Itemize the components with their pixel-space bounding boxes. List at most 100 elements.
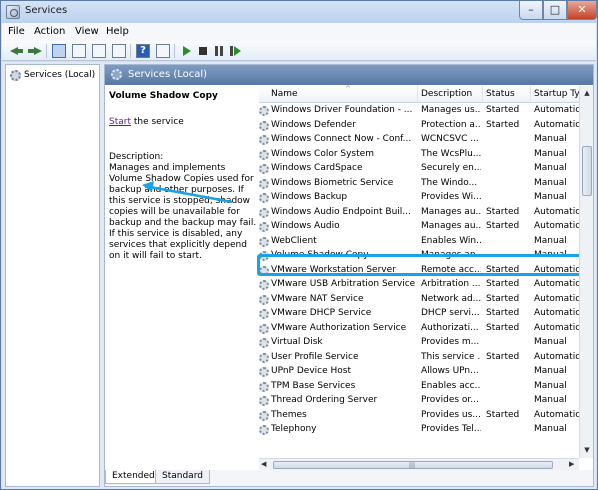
horizontal-scrollbar[interactable]: ◀ ||| ▶ [259, 458, 579, 470]
vertical-scrollbar[interactable]: ▲ ▼ [579, 86, 593, 458]
service-name: VMware NAT Service [271, 293, 364, 304]
service-rows: Windows Driver Foundation - ... Manages u… [259, 104, 580, 438]
table-row[interactable]: Volume Shadow Copy Manages an... Manual [259, 249, 579, 264]
start-service-line: Start the service [109, 117, 184, 127]
properties-icon[interactable] [72, 44, 86, 58]
start-service-icon[interactable] [180, 44, 194, 58]
services-window: Services – □ ✕ File Action View Help ? S… [0, 0, 598, 490]
service-gear-icon [259, 381, 269, 392]
export-list-icon[interactable] [112, 44, 126, 58]
menu-help[interactable]: Help [106, 26, 129, 37]
column-divider[interactable] [482, 86, 483, 103]
table-row[interactable]: Windows Connect Now - Conf... WCNCSVC ...… [259, 133, 579, 148]
table-row[interactable]: Windows Defender Protection a... Started Au… [259, 119, 580, 134]
service-description-cell: Remote acc... [421, 264, 481, 275]
service-startup-type: Manual [534, 395, 567, 405]
table-row[interactable]: Windows CardSpace Securely en... Manual [259, 162, 579, 177]
table-row[interactable]: User Profile Service This service ... Star… [259, 351, 580, 366]
pane-header-title: Services (Local) [128, 69, 208, 80]
console-tree: Services (Local) [5, 64, 100, 487]
minimize-button[interactable]: – [519, 1, 543, 20]
services-list: ^ Name Description Status Startup Typ Wi… [257, 85, 593, 458]
services-pane: Services (Local) Volume Shadow Copy Star… [104, 64, 594, 487]
show-hide-icon[interactable] [156, 44, 170, 58]
service-name: Windows Audio [271, 221, 340, 231]
table-row[interactable]: VMware Authorization Service Authorizati.… [259, 322, 580, 337]
start-service-link[interactable]: Start [109, 117, 131, 127]
service-startup-type: Manual [534, 163, 567, 173]
service-name: Windows Biometric Service [271, 177, 394, 188]
scroll-down-icon[interactable]: ▼ [581, 444, 593, 457]
help-icon[interactable]: ? [136, 44, 150, 58]
service-name: Themes [271, 409, 307, 420]
table-row[interactable]: Windows Driver Foundation - ... Manages u… [259, 104, 580, 119]
view-tabs: Extended Standard [105, 470, 593, 486]
tab-extended[interactable]: Extended [105, 470, 162, 484]
service-gear-icon [259, 236, 269, 247]
table-row[interactable]: Themes Provides us... Started Automatic [259, 409, 580, 424]
table-row[interactable]: Windows Biometric Service The Windo... Man… [259, 177, 579, 192]
table-row[interactable]: WebClient Enables Win... Manual [259, 235, 579, 250]
table-row[interactable]: Virtual Disk Provides m... Manual [259, 336, 579, 351]
service-startup-type: Manual [534, 380, 567, 391]
column-header-description[interactable]: Description [421, 89, 481, 99]
restart-service-icon[interactable] [228, 44, 242, 58]
stop-service-icon[interactable] [196, 44, 210, 58]
service-gear-icon [259, 338, 269, 348]
column-divider[interactable] [417, 86, 418, 103]
table-row[interactable]: TPM Base Services Enables acc... Manual [259, 380, 579, 395]
service-status: Started [486, 119, 520, 130]
service-gear-icon [259, 135, 269, 145]
column-header-status[interactable]: Status [486, 89, 530, 99]
scroll-up-icon[interactable]: ▲ [581, 87, 593, 100]
gear-icon [10, 69, 21, 81]
service-startup-type: Automatic [534, 351, 581, 362]
table-row[interactable]: Windows Audio Manages au... Started Automat… [259, 220, 580, 235]
console-tree-icon[interactable] [52, 44, 66, 58]
column-divider[interactable] [530, 86, 531, 103]
toolbar-divider [46, 44, 47, 58]
table-row[interactable]: VMware USB Arbitration Service Arbitratio… [259, 278, 580, 293]
gear-icon [111, 69, 122, 80]
service-startup-type: Manual [534, 192, 567, 202]
title-bar[interactable]: Services – □ ✕ [1, 1, 597, 23]
maximize-button[interactable]: □ [543, 1, 567, 20]
table-row[interactable]: VMware Workstation Server Remote acc... St… [259, 264, 580, 279]
table-row[interactable]: Windows Audio Endpoint Buil... Manages au… [259, 206, 580, 221]
horizontal-scroll-thumb[interactable]: ||| [273, 461, 553, 469]
service-gear-icon [259, 309, 269, 319]
refresh-icon[interactable] [92, 44, 106, 58]
column-header-startup-type[interactable]: Startup Typ [534, 89, 579, 99]
service-description-cell: Arbitration ... [421, 279, 481, 289]
service-gear-icon [259, 410, 269, 421]
scroll-right-icon[interactable]: ▶ [569, 460, 574, 468]
scroll-left-icon[interactable]: ◀ [261, 460, 266, 468]
vertical-scroll-thumb[interactable] [582, 146, 592, 196]
column-header-name[interactable]: Name [271, 89, 411, 99]
forward-arrow-icon[interactable] [28, 44, 42, 58]
service-gear-icon [259, 207, 269, 218]
close-button[interactable]: ✕ [567, 1, 597, 20]
pause-service-icon[interactable] [212, 44, 226, 58]
menu-file[interactable]: File [8, 26, 25, 37]
tab-standard[interactable]: Standard [155, 470, 210, 484]
table-row[interactable]: Telephony Provides Tel... Manual [259, 423, 579, 438]
table-row[interactable]: Windows Backup Provides Wi... Manual [259, 191, 579, 206]
service-gear-icon [259, 106, 269, 116]
table-row[interactable]: VMware NAT Service Network ad... Started Au… [259, 293, 580, 308]
selected-service-title: Volume Shadow Copy [109, 91, 218, 101]
service-description-cell: Provides Tel... [421, 424, 481, 434]
service-description-cell: Securely en... [421, 163, 481, 173]
nav-item-services-local[interactable]: Services (Local) [10, 68, 95, 82]
service-description-cell: Enables acc... [421, 380, 481, 391]
menu-view[interactable]: View [75, 26, 99, 37]
service-gear-icon [259, 280, 269, 290]
table-row[interactable]: UPnP Device Host Allows UPn... Manual [259, 365, 579, 380]
service-gear-icon [259, 425, 269, 435]
back-arrow-icon[interactable] [10, 44, 24, 58]
table-row[interactable]: Windows Color System The WcsPlu... Manual [259, 148, 579, 163]
table-row[interactable]: Thread Ordering Server Provides or... Manu… [259, 394, 579, 409]
menu-action[interactable]: Action [34, 26, 65, 37]
service-name: Telephony [271, 424, 317, 434]
table-row[interactable]: VMware DHCP Service DHCP servi... Started A… [259, 307, 580, 322]
